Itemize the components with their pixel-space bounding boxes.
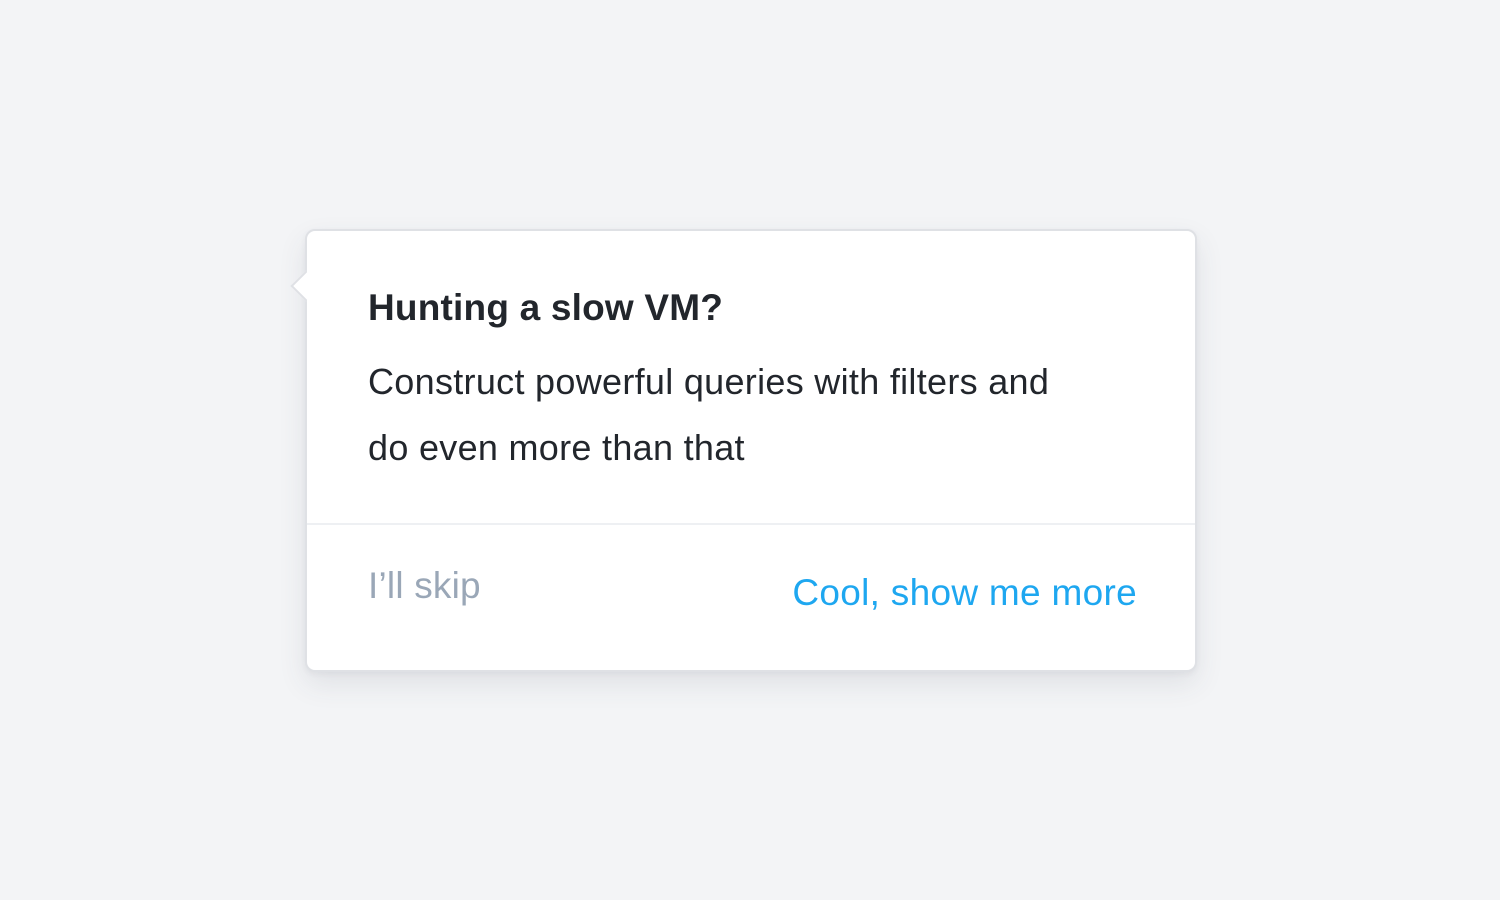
popover-title: Hunting a slow VM? [368,287,724,328]
onboarding-popover: Hunting a slow VM? Construct powerful qu… [290,229,1197,672]
skip-button[interactable]: I’ll skip [368,565,481,607]
page-background: Hunting a slow VM? Construct powerful qu… [0,0,1500,900]
show-more-button[interactable]: Cool, show me more [792,572,1137,614]
popover-description: Construct powerful queries with filters … [368,349,1140,481]
popover-description-line-2: do even more than that [368,427,745,468]
popover-footer: I’ll skip Cool, show me more [368,525,1137,672]
popover-description-line-1: Construct powerful queries with filters … [368,361,1050,402]
popover-body: Hunting a slow VM? Construct powerful qu… [368,281,1140,481]
